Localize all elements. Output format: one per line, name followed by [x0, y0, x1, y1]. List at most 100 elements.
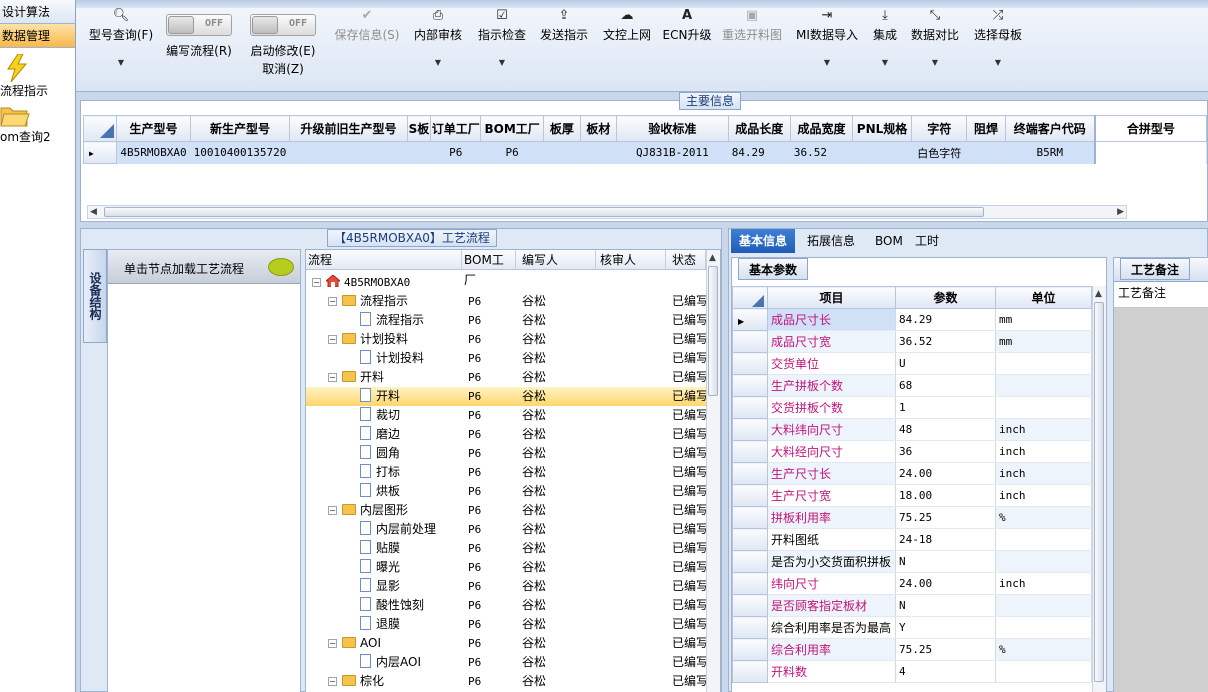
tree-node-step[interactable]: 内层前处理 P6 谷松 已编写 — [306, 520, 706, 539]
mi-data-import-button[interactable]: ⇥ MI数据导入 ▼ — [792, 8, 862, 68]
scroll-right-icon[interactable]: ▶ — [1117, 206, 1124, 218]
table-row[interactable]: 综合利用率 75.25% — [732, 638, 1092, 661]
param-value-cell[interactable]: 36.52 — [895, 330, 996, 353]
table-row[interactable]: 大料纬向尺寸 48 inch — [732, 418, 1092, 441]
table-cell[interactable] — [543, 141, 581, 164]
column-header[interactable]: 板厚 — [543, 115, 581, 142]
param-value-cell[interactable]: 18.00 — [895, 484, 996, 507]
tree-node-step[interactable]: 裁切 P6 谷松 已编写 — [306, 406, 706, 425]
column-header[interactable]: 订单工厂 — [430, 115, 482, 142]
param-value-cell[interactable]: 84.29 — [895, 308, 996, 331]
column-header[interactable]: 终端客户代码 — [1004, 115, 1096, 142]
tree-column-header[interactable]: 流程 — [306, 250, 462, 270]
tab-work-hours[interactable]: 工时 — [907, 229, 947, 253]
table-row[interactable]: ▶ 4B5RMOBXA0 10010400135720 P6 P6 QJ831B… — [82, 141, 1207, 164]
tree-node-folder[interactable]: − 开料 P6 谷松 已编写 — [306, 368, 706, 387]
table-cell[interactable]: 4B5RMOBXA0 — [116, 141, 191, 164]
model-query-button[interactable]: 🔍︎ 型号查询(F) ▼ — [84, 8, 158, 68]
table-row[interactable]: 生产尺寸宽 18.00 inch — [732, 484, 1092, 507]
tree-node-step[interactable]: 流程指示 P6 谷松 已编写 — [306, 311, 706, 330]
save-info-button[interactable]: ✔ 保存信息(S) — [330, 8, 404, 42]
param-value-cell[interactable]: 4 — [895, 660, 996, 683]
nav-item-bom-query[interactable]: om查询2 — [0, 102, 75, 146]
tree-node-step[interactable]: 计划投料 P6 谷松 已编写 — [306, 349, 706, 368]
tree-node-step[interactable]: 打标 P6 谷松 已编写 — [306, 463, 706, 482]
table-row[interactable]: 开料图纸 24-18 — [732, 528, 1092, 551]
column-header[interactable]: 新生产型号 — [189, 115, 291, 142]
column-header[interactable]: 字符 — [911, 115, 968, 142]
equipment-structure-tab[interactable]: 设备结构 — [83, 249, 107, 343]
column-header[interactable]: 升级前旧生产型号 — [289, 115, 408, 142]
collapse-icon[interactable]: − — [328, 639, 337, 648]
table-row[interactable]: 交货单位 U — [732, 352, 1092, 375]
column-header[interactable]: 板材 — [579, 115, 618, 142]
collapse-icon[interactable]: − — [328, 297, 337, 306]
column-header[interactable]: BOM工厂 — [480, 115, 545, 142]
table-row[interactable]: 成品尺寸宽 36.52 mm — [732, 330, 1092, 353]
tab-basic-params[interactable]: 基本参数 — [738, 258, 809, 280]
column-header[interactable]: 参数 — [895, 286, 996, 309]
table-cell[interactable] — [289, 141, 408, 164]
scrollbar-thumb[interactable] — [708, 266, 718, 396]
data-compare-button[interactable]: ⤡ 数据对比 ▼ — [908, 8, 962, 68]
tree-column-header[interactable]: 核审人 — [596, 250, 666, 270]
param-value-cell[interactable]: U — [895, 352, 996, 375]
column-header[interactable]: 成品长度 — [727, 115, 791, 142]
tab-bom[interactable]: BOM — [867, 229, 911, 253]
tab-extended-info[interactable]: 拓展信息 — [799, 229, 863, 253]
tree-node-folder[interactable]: − 内层图形 P6 谷松 已编写 — [306, 501, 706, 520]
param-value-cell[interactable]: N — [895, 550, 996, 573]
param-value-cell[interactable]: N — [895, 594, 996, 617]
column-header[interactable]: 生产型号 — [116, 115, 191, 142]
param-value-cell[interactable]: 24.00 — [895, 462, 996, 485]
table-row[interactable]: 拼板利用率 75.25% — [732, 506, 1092, 529]
integration-button[interactable]: ⤓ 集成 ▼ — [864, 8, 906, 68]
param-value-cell[interactable]: 36 — [895, 440, 996, 463]
tree-column-header[interactable]: 编写人 — [516, 250, 596, 270]
table-cell[interactable]: 10010400135720 — [190, 141, 291, 164]
process-note-field[interactable]: 工艺备注 — [1114, 282, 1208, 308]
param-value-cell[interactable]: Y — [895, 616, 996, 639]
param-value-cell[interactable]: 75.25 — [895, 638, 996, 661]
param-value-cell[interactable]: 48 — [895, 418, 996, 441]
column-header[interactable]: 成品宽度 — [789, 115, 854, 142]
table-row[interactable]: 开料数 4 — [732, 660, 1092, 683]
scrollbar-thumb[interactable] — [1094, 302, 1104, 682]
tree-node-step[interactable]: 贴膜 P6 谷松 已编写 — [306, 539, 706, 558]
document-online-button[interactable]: ☁ 文控上网 — [596, 8, 658, 42]
scroll-left-icon[interactable]: ◀ — [90, 206, 97, 218]
table-row[interactable]: 是否为小交货面积拼板 N — [732, 550, 1092, 573]
tree-node-step[interactable]: 曝光 P6 谷松 已编写 — [306, 558, 706, 577]
tree-column-header[interactable]: 状态 — [666, 250, 706, 270]
column-header[interactable]: 验收标准 — [616, 115, 729, 142]
send-instruction-button[interactable]: ⇪ 发送指示 — [534, 8, 594, 42]
table-cell[interactable]: 白色字符 — [911, 141, 968, 164]
tree-root[interactable]: − 4B5RMOBXA0 — [306, 273, 706, 292]
tree-node-step[interactable]: 圆角 P6 谷松 已编写 — [306, 444, 706, 463]
internal-audit-button[interactable]: ⎙ 内部审核 ▼ — [408, 8, 468, 68]
table-cell[interactable]: 84.29 — [728, 141, 791, 164]
tree-node-folder[interactable]: − 棕化 P6 谷松 已编写 — [306, 672, 706, 691]
ecn-upgrade-button[interactable]: A ECN升级 — [660, 8, 714, 42]
instruction-check-button[interactable]: ☑ 指示检查 ▼ — [472, 8, 532, 68]
table-cell[interactable]: P6 — [480, 141, 545, 164]
collapse-icon[interactable]: − — [328, 506, 337, 515]
table-row[interactable]: 生产拼板个数 68 — [732, 374, 1092, 397]
table-cell[interactable] — [966, 141, 1006, 164]
table-row[interactable]: 生产尺寸长 24.00 inch — [732, 462, 1092, 485]
table-cell[interactable] — [852, 141, 913, 164]
column-header[interactable]: 项目 — [767, 286, 896, 309]
tab-basic-info[interactable]: 基本信息 — [731, 229, 796, 253]
column-header[interactable]: 合拼型号 — [1093, 115, 1207, 142]
column-header[interactable]: S板 — [406, 115, 432, 142]
column-header[interactable]: 单位 — [995, 286, 1092, 309]
tree-node-step[interactable]: 磨边 P6 谷松 已编写 — [306, 425, 706, 444]
nav-group-data-management[interactable]: 数据管理 — [0, 24, 75, 48]
table-row[interactable]: 纬向尺寸 24.00 inch — [732, 572, 1092, 595]
param-value-cell[interactable]: 1 — [895, 396, 996, 419]
nav-group-design-algorithm[interactable]: 设计算法 — [0, 0, 75, 24]
cancel-label[interactable]: 取消(Z) — [246, 62, 320, 76]
tree-node-step[interactable]: 内层AOI P6 谷松 已编写 — [306, 653, 706, 672]
scroll-up-icon[interactable]: ▲ — [1095, 288, 1102, 300]
tree-node-step[interactable]: 开料 P6 谷松 已编写 — [306, 387, 706, 406]
